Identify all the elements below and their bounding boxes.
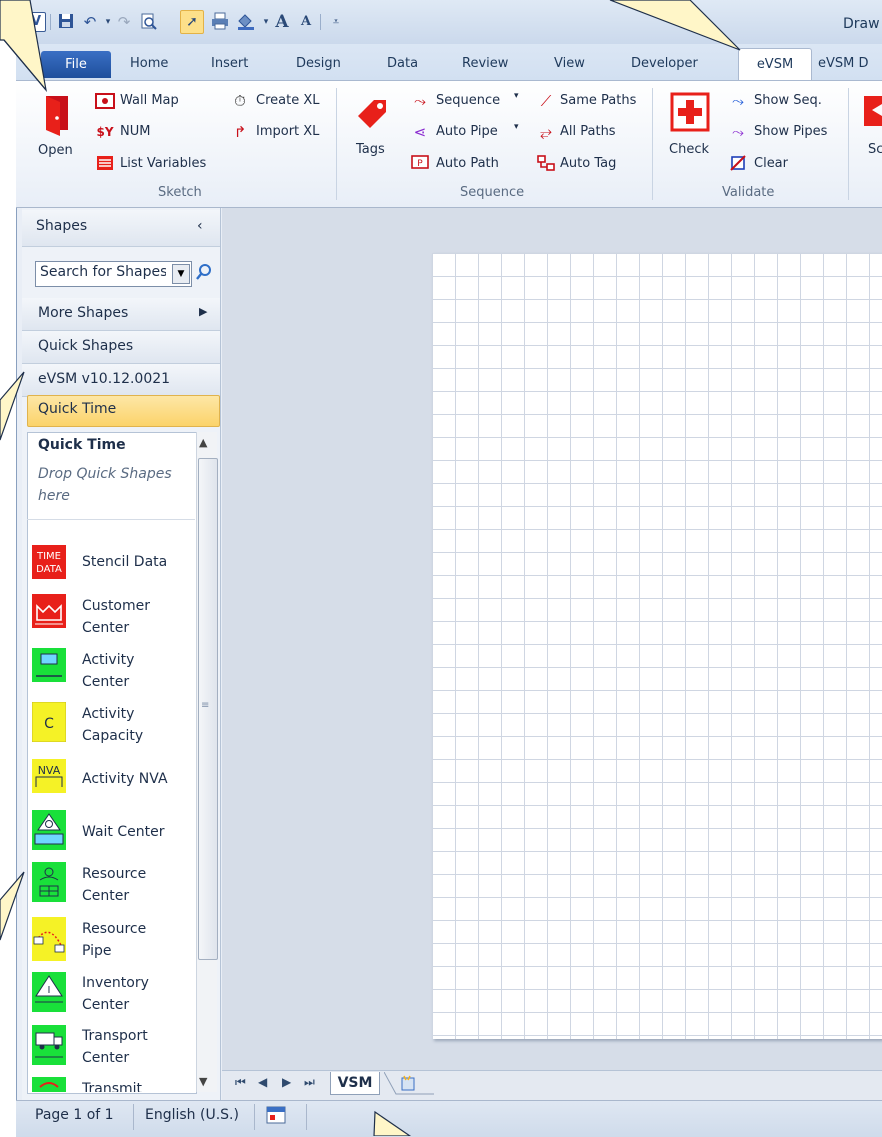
callout-evsm-tab <box>609 0 741 51</box>
callout-statusbar <box>373 1110 412 1136</box>
callout-open <box>0 0 47 93</box>
callout-evsm-version <box>0 371 25 441</box>
callout-overlay <box>0 0 741 1136</box>
callout-stencil <box>0 871 25 941</box>
